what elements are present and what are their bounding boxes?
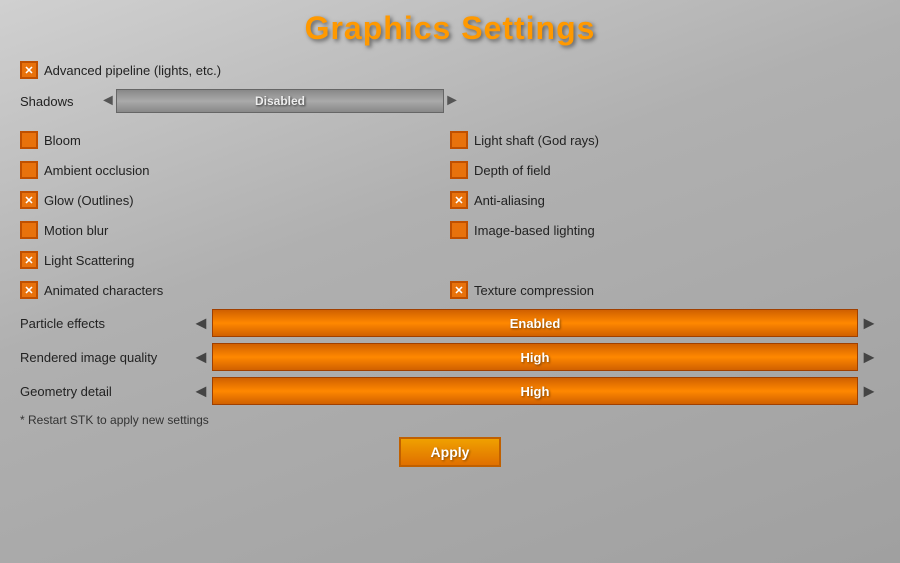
shadows-arrow-left[interactable]: ◄ — [100, 92, 116, 110]
rendered-image-quality-arrow-right[interactable]: ► — [858, 343, 880, 371]
glow-row: ✕ Glow (Outlines) — [20, 185, 450, 215]
depth-of-field-checkbox[interactable]: ✕ — [450, 161, 468, 179]
advanced-pipeline-row: ✕ Advanced pipeline (lights, etc.) — [20, 61, 880, 79]
geometry-detail-label: Geometry detail — [20, 384, 180, 399]
ambient-occlusion-checkbox[interactable]: ✕ — [20, 161, 38, 179]
light-shaft-label: Light shaft (God rays) — [474, 133, 599, 148]
shadows-arrow-right[interactable]: ► — [444, 92, 460, 110]
image-based-lighting-row: ✕ Image-based lighting — [450, 215, 880, 245]
bloom-checkbox[interactable]: ✕ — [20, 131, 38, 149]
light-scattering-label: Light Scattering — [44, 253, 134, 268]
texture-compression-checkbox[interactable]: ✕ — [450, 281, 468, 299]
rendered-image-quality-row: Rendered image quality ◄ High ► — [20, 343, 880, 371]
checkboxes-grid: ✕ Bloom ✕ Ambient occlusion ✕ Glow (Outl… — [20, 125, 880, 275]
geometry-detail-slider[interactable]: ◄ High ► — [190, 377, 880, 405]
rendered-image-quality-value: High — [521, 350, 550, 365]
shadows-row: Shadows ◄ Disabled ► — [20, 89, 880, 113]
geometry-detail-arrow-left[interactable]: ◄ — [190, 377, 212, 405]
ambient-occlusion-label: Ambient occlusion — [44, 163, 150, 178]
animated-characters-label: Animated characters — [44, 283, 163, 298]
page-title: Graphics Settings — [20, 10, 880, 47]
light-shaft-checkbox[interactable]: ✕ — [450, 131, 468, 149]
depth-of-field-row: ✕ Depth of field — [450, 155, 880, 185]
texture-compression-label: Texture compression — [474, 283, 594, 298]
depth-of-field-label: Depth of field — [474, 163, 551, 178]
anti-aliasing-row: ✕ Anti-aliasing — [450, 185, 880, 215]
particle-effects-arrow-right[interactable]: ► — [858, 309, 880, 337]
animated-characters-row: ✕ Animated characters — [20, 281, 450, 299]
bloom-row: ✕ Bloom — [20, 125, 450, 155]
shadows-slider[interactable]: ◄ Disabled ► — [100, 89, 460, 113]
particle-effects-arrow-left[interactable]: ◄ — [190, 309, 212, 337]
left-checkboxes: ✕ Bloom ✕ Ambient occlusion ✕ Glow (Outl… — [20, 125, 450, 275]
geometry-detail-value: High — [521, 384, 550, 399]
particle-effects-label: Particle effects — [20, 316, 180, 331]
apply-button[interactable]: Apply — [399, 437, 502, 467]
bloom-label: Bloom — [44, 133, 81, 148]
advanced-pipeline-checkbox[interactable]: ✕ — [20, 61, 38, 79]
texture-compression-row: ✕ Texture compression — [450, 281, 880, 299]
advanced-pipeline-label: Advanced pipeline (lights, etc.) — [44, 63, 221, 78]
geometry-detail-track: High — [212, 377, 858, 405]
bottom-checkboxes: ✕ Animated characters ✕ Texture compress… — [20, 281, 880, 299]
placeholder-row — [450, 245, 880, 257]
motion-blur-label: Motion blur — [44, 223, 108, 238]
rendered-image-quality-track: High — [212, 343, 858, 371]
shadows-value: Disabled — [255, 94, 305, 108]
shadows-label: Shadows — [20, 94, 90, 109]
anti-aliasing-checkbox[interactable]: ✕ — [450, 191, 468, 209]
image-based-lighting-label: Image-based lighting — [474, 223, 595, 238]
anti-aliasing-label: Anti-aliasing — [474, 193, 545, 208]
glow-checkbox[interactable]: ✕ — [20, 191, 38, 209]
light-shaft-row: ✕ Light shaft (God rays) — [450, 125, 880, 155]
geometry-detail-row: Geometry detail ◄ High ► — [20, 377, 880, 405]
motion-blur-row: ✕ Motion blur — [20, 215, 450, 245]
particle-effects-track: Enabled — [212, 309, 858, 337]
geometry-detail-arrow-right[interactable]: ► — [858, 377, 880, 405]
rendered-image-quality-arrow-left[interactable]: ◄ — [190, 343, 212, 371]
rendered-image-quality-slider[interactable]: ◄ High ► — [190, 343, 880, 371]
light-scattering-row: ✕ Light Scattering — [20, 245, 450, 275]
shadows-track: Disabled — [116, 89, 444, 113]
rendered-image-quality-label: Rendered image quality — [20, 350, 180, 365]
particle-effects-value: Enabled — [510, 316, 561, 331]
particle-effects-slider[interactable]: ◄ Enabled ► — [190, 309, 880, 337]
particle-effects-row: Particle effects ◄ Enabled ► — [20, 309, 880, 337]
apply-button-row: Apply — [20, 437, 880, 467]
ambient-occlusion-row: ✕ Ambient occlusion — [20, 155, 450, 185]
light-scattering-checkbox[interactable]: ✕ — [20, 251, 38, 269]
image-based-lighting-checkbox[interactable]: ✕ — [450, 221, 468, 239]
glow-label: Glow (Outlines) — [44, 193, 134, 208]
right-checkboxes: ✕ Light shaft (God rays) ✕ Depth of fiel… — [450, 125, 880, 275]
restart-note: * Restart STK to apply new settings — [20, 413, 880, 427]
motion-blur-checkbox[interactable]: ✕ — [20, 221, 38, 239]
animated-characters-checkbox[interactable]: ✕ — [20, 281, 38, 299]
